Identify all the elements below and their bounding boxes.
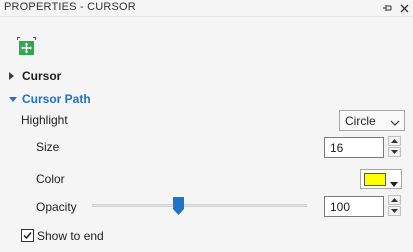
size-stepper[interactable] [388, 136, 401, 158]
size-decrement-button[interactable] [388, 147, 401, 157]
show-to-end-label[interactable]: Show to end [37, 229, 104, 243]
highlight-label: Highlight [21, 113, 68, 127]
color-swatch [364, 173, 386, 186]
opacity-increment-button[interactable] [388, 195, 401, 205]
color-picker[interactable] [360, 169, 402, 189]
section-cursor-label: Cursor [22, 69, 62, 83]
section-cursor-path-label: Cursor Path [22, 92, 91, 106]
expand-arrow-icon[interactable] [9, 72, 14, 80]
title-actions [383, 0, 409, 16]
highlight-select[interactable]: Circle [339, 110, 405, 131]
opacity-input[interactable]: 100 [324, 196, 384, 217]
caret-up-icon [391, 139, 398, 143]
pin-icon[interactable] [383, 2, 393, 14]
section-cursor[interactable]: Cursor [0, 67, 413, 86]
opacity-decrement-button[interactable] [388, 206, 401, 216]
collapse-arrow-icon[interactable] [9, 97, 17, 102]
show-to-end-checkbox[interactable] [21, 229, 34, 242]
panel-titlebar: PROPERTIES - CURSOR [0, 0, 413, 17]
opacity-stepper[interactable] [388, 195, 401, 217]
highlight-select-value: Circle [345, 114, 376, 128]
checkmark-icon [23, 232, 32, 240]
size-label: Size [36, 140, 60, 154]
dropdown-arrow-icon [390, 176, 398, 190]
opacity-input-value: 100 [330, 200, 351, 214]
cursor-move-icon[interactable] [17, 37, 36, 56]
color-label: Color [36, 172, 65, 186]
caret-down-icon [391, 150, 398, 154]
opacity-slider-thumb[interactable] [172, 197, 184, 215]
size-increment-button[interactable] [388, 136, 401, 146]
caret-up-icon [391, 198, 398, 202]
section-cursor-path[interactable]: Cursor Path [0, 90, 413, 109]
size-input[interactable]: 16 [324, 137, 384, 158]
opacity-slider-track[interactable] [92, 204, 307, 207]
chevron-down-icon [390, 116, 400, 126]
panel-title: PROPERTIES - CURSOR [4, 1, 136, 13]
opacity-label: Opacity [36, 200, 77, 214]
caret-down-icon [391, 209, 398, 213]
close-icon[interactable] [399, 2, 409, 14]
size-input-value: 16 [330, 141, 344, 155]
